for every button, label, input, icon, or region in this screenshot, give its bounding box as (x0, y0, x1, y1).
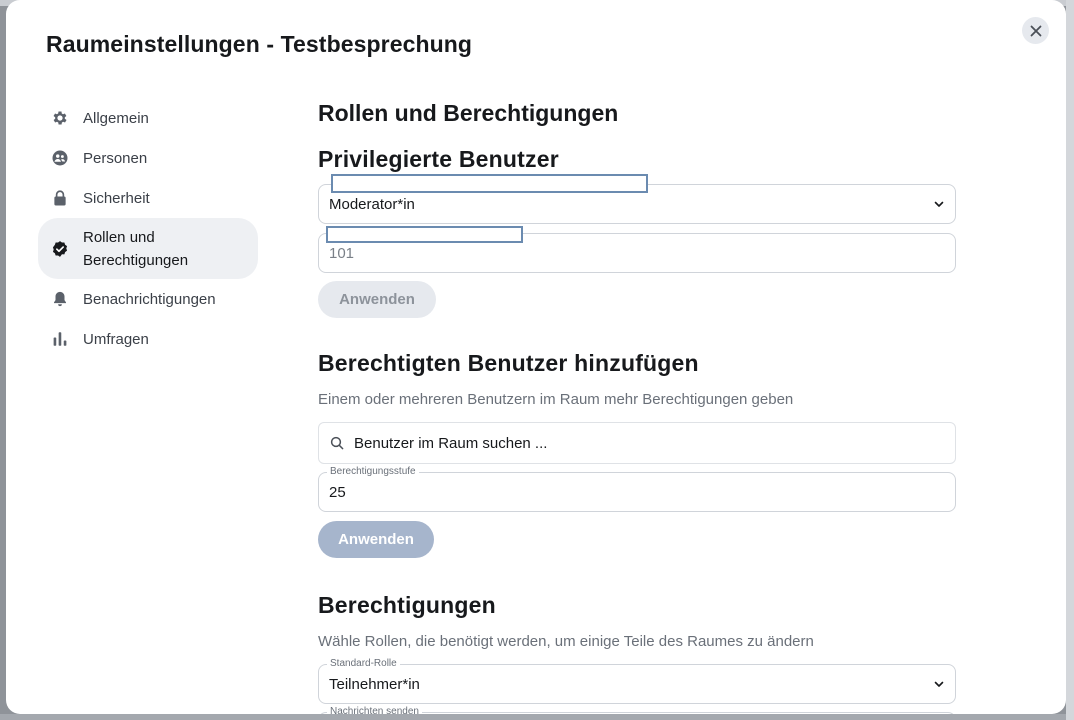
close-button[interactable] (1022, 17, 1049, 44)
verified-badge-icon (51, 240, 69, 258)
lock-icon (51, 189, 69, 207)
sidebar-item-label: Benachrichtigungen (83, 290, 216, 308)
settings-sidebar: Allgemein Personen Sicherheit Rollen und… (38, 98, 258, 359)
redacted-label-box (331, 174, 648, 193)
send-messages-legend: Nachrichten senden (327, 706, 422, 714)
default-role-select[interactable]: Standard-Rolle Teilnehmer*in (318, 658, 956, 704)
privileged-users-heading: Privilegierte Benutzer (318, 146, 559, 172)
privileged-level-value: 101 (329, 244, 355, 262)
add-privileged-user-description: Einem oder mehreren Benutzern im Raum me… (318, 391, 794, 408)
apply-add-user-button[interactable]: Anwenden (318, 521, 434, 558)
user-search-input[interactable]: Benutzer im Raum suchen ... (318, 422, 956, 464)
sidebar-item-benachrichtigungen[interactable]: Benachrichtigungen (38, 279, 258, 319)
permissions-description: Wähle Rollen, die benötigt werden, um ei… (318, 633, 814, 650)
user-search-placeholder: Benutzer im Raum suchen ... (354, 434, 548, 452)
chevron-down-icon (933, 198, 945, 210)
sidebar-item-label: Rollen und Berechtigungen (83, 226, 188, 272)
chevron-down-icon (933, 678, 945, 690)
permission-level-input[interactable]: Berechtigungsstufe 25 (318, 466, 956, 512)
page-title: Rollen und Berechtigungen (318, 100, 619, 126)
add-privileged-user-heading: Berechtigten Benutzer hinzufügen (318, 350, 699, 376)
default-role-value: Teilnehmer*in (329, 675, 420, 693)
send-messages-role-select[interactable]: Nachrichten senden (318, 706, 956, 714)
sidebar-item-label: Allgemein (83, 109, 149, 127)
sidebar-item-label-line2: Berechtigungen (83, 251, 189, 269)
sidebar-item-personen[interactable]: Personen (38, 138, 258, 178)
sidebar-item-label: Umfragen (83, 330, 149, 348)
permissions-heading: Berechtigungen (318, 592, 496, 618)
permission-level-legend: Berechtigungsstufe (327, 466, 419, 478)
people-icon (51, 149, 69, 167)
permission-level-value: 25 (329, 483, 346, 501)
sidebar-item-rollen-und-berechtigungen[interactable]: Rollen und Berechtigungen (38, 218, 258, 279)
sidebar-item-sicherheit[interactable]: Sicherheit (38, 178, 258, 218)
default-role-legend: Standard-Rolle (327, 658, 400, 670)
gear-icon (51, 109, 69, 127)
sidebar-item-label: Sicherheit (83, 189, 150, 207)
sidebar-item-allgemein[interactable]: Allgemein (38, 98, 258, 138)
sidebar-item-umfragen[interactable]: Umfragen (38, 319, 258, 359)
bell-icon (51, 290, 69, 308)
apply-privileged-button[interactable]: Anwenden (318, 281, 436, 318)
sidebar-item-label-line1: Rollen und (83, 228, 155, 246)
close-icon (1030, 25, 1041, 36)
poll-icon (51, 330, 69, 348)
dialog-title: Raumeinstellungen - Testbesprechung (46, 31, 473, 57)
search-icon (330, 436, 344, 450)
redacted-label-box (326, 226, 523, 243)
sidebar-item-label: Personen (83, 149, 148, 167)
background-app-right (1066, 0, 1074, 720)
background-app-bottom (0, 714, 1074, 720)
privileged-role-value: Moderator*in (329, 195, 415, 213)
room-settings-dialog: Raumeinstellungen - Testbesprechung Allg… (6, 0, 1066, 714)
